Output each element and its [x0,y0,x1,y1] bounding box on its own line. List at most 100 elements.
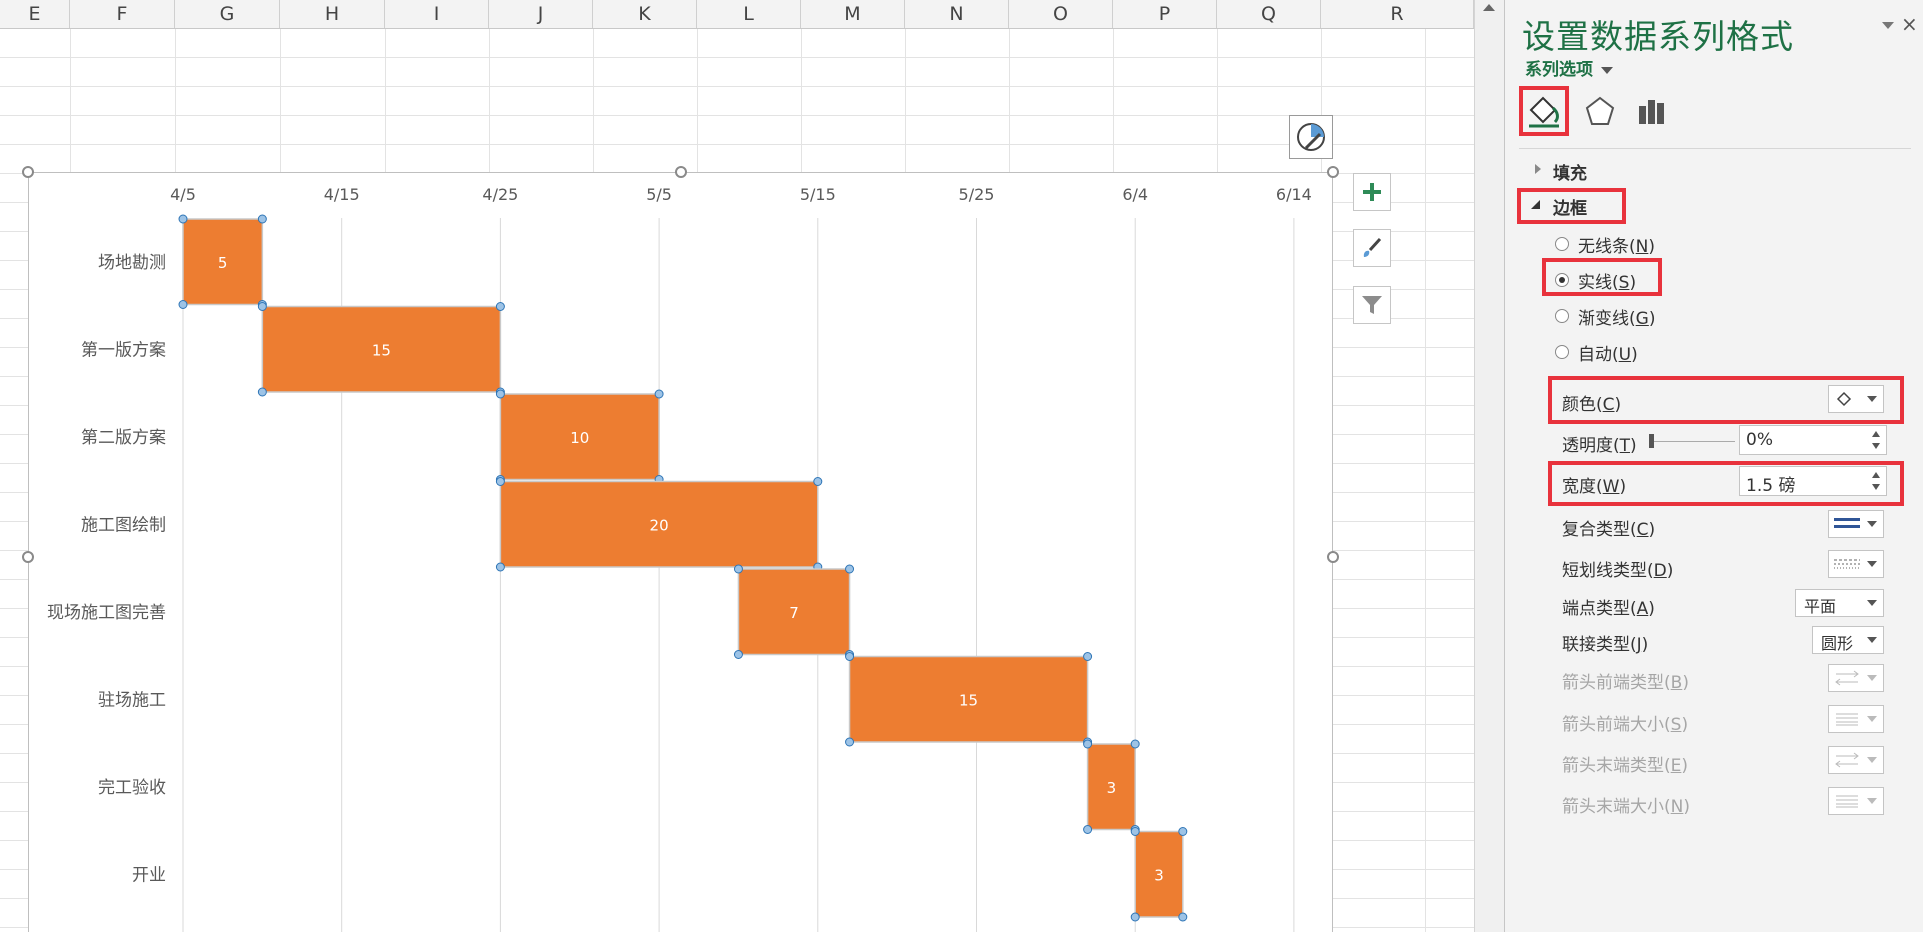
end-arrow-size-label: 箭头末端大小(N) [1562,797,1690,817]
chart-resize-handle[interactable] [1327,166,1339,178]
transparency-slider-track[interactable] [1652,441,1735,442]
quick-layout-icon [1297,123,1325,151]
x-axis-tick-label: 6/4 [1122,185,1148,204]
column-header-h[interactable]: H [280,0,385,28]
column-header-g[interactable]: G [175,0,280,28]
chart-styles-button[interactable] [1353,229,1391,267]
column-header-q[interactable]: Q [1217,0,1321,28]
expand-icon[interactable] [1535,164,1541,174]
column-header-i[interactable]: I [385,0,489,28]
series-options-dropdown[interactable]: 系列选项 [1525,55,1613,80]
bar-selection-handle [733,650,743,659]
tab-fill-line-highlight [1519,86,1569,136]
vertical-scrollbar[interactable] [1474,0,1504,932]
column-header-p[interactable]: P [1113,0,1217,28]
x-axis-tick-label: 4/25 [482,185,518,204]
funnel-icon [1362,296,1382,314]
bar-selection-handle [1083,652,1093,661]
spin-up-icon [1872,431,1880,437]
y-axis-task-label: 现场施工图完善 [47,603,166,623]
column-header-j[interactable]: J [489,0,593,28]
radio-no-line[interactable] [1555,237,1569,251]
begin-arrow-type-dropdown[interactable] [1828,664,1884,692]
bar-selection-handle [813,477,823,486]
bar-data-label: 10 [570,429,589,447]
arrow-type-icon [1835,670,1859,686]
color-picker[interactable] [1828,385,1884,413]
scroll-up-icon[interactable] [1483,4,1495,11]
end-arrow-type-dropdown[interactable] [1828,746,1884,774]
chevron-down-icon [1867,798,1877,804]
transparency-slider-thumb[interactable] [1649,434,1654,448]
bar-selection-handle [257,387,267,397]
chart-plot-area[interactable]: 4/5 4/15 4/25 5/5 5/15 5/25 6/4 6/14 场地勘测 5 第一版方案 1… [29,173,1334,932]
begin-arrow-size-dropdown[interactable] [1828,705,1884,733]
x-axis-tick-label: 4/5 [170,185,196,204]
column-header-m[interactable]: M [801,0,905,28]
section-border[interactable]: 边框 [1553,194,1587,219]
y-axis-task-label: 驻场施工 [98,690,166,710]
radio-automatic[interactable] [1555,345,1569,359]
tab-series-options[interactable] [1627,86,1677,136]
pane-title: 设置数据系列格式 [1522,17,1794,56]
compound-type-label: 复合类型(C) [1562,520,1656,540]
radio-no-line-label[interactable]: 无线条(N) [1578,232,1655,257]
paint-bucket-icon [1836,391,1852,407]
bar-selection-handle [845,737,855,747]
bar-selection-handle [178,214,188,224]
column-header-row: E F G H I J K L M N O P Q R [0,0,1474,29]
chevron-down-icon [1601,66,1613,74]
compound-line-icon [1834,518,1860,528]
compound-type-dropdown[interactable] [1828,510,1884,538]
dash-line-icon [1834,559,1860,569]
join-type-label: 联接类型(J) [1562,635,1649,655]
chevron-down-icon [1867,396,1877,402]
spreadsheet[interactable]: E F G H I J K L M N O P Q R 4/5 4/15 4/25 5… [0,0,1474,932]
chart-elements-button[interactable] [1353,173,1391,211]
y-axis-task-label: 施工图绘制 [81,515,166,535]
y-axis-task-label: 第一版方案 [81,340,166,360]
bar-data-label: 7 [789,604,799,622]
end-arrow-size-dropdown[interactable] [1828,787,1884,815]
begin-arrow-size-label: 箭头前端大小(S) [1562,715,1689,735]
join-type-dropdown[interactable]: 圆形 [1812,626,1884,654]
x-axis-tick-label: 4/15 [324,185,360,204]
divider [1519,148,1911,149]
radio-gradient-line-label[interactable]: 渐变线(G) [1578,304,1655,329]
chart-resize-handle[interactable] [22,551,34,563]
radio-solid-line-label[interactable]: 实线(S) [1578,268,1636,293]
cap-type-dropdown[interactable]: 平面 [1795,589,1884,617]
transparency-input[interactable]: 0% [1739,425,1887,455]
bar-selection-handle [257,302,267,311]
column-header-f[interactable]: F [70,0,175,28]
section-fill[interactable]: 填充 [1553,159,1587,184]
tab-effects[interactable] [1575,86,1625,136]
column-header-n[interactable]: N [905,0,1009,28]
x-axis-tick-label: 5/5 [646,185,672,204]
collapse-icon[interactable] [1531,200,1540,209]
column-header-k[interactable]: K [593,0,697,28]
column-header-l[interactable]: L [697,0,801,28]
quick-layout-button[interactable] [1289,115,1333,159]
dash-type-dropdown[interactable] [1828,550,1884,578]
pane-options-icon[interactable] [1882,22,1894,29]
pane-close-icon[interactable]: × [1901,12,1918,36]
column-header-e[interactable]: E [0,0,70,28]
chart-resize-handle[interactable] [1327,551,1339,563]
column-header-r[interactable]: R [1321,0,1474,28]
bar-selection-handle [495,302,505,311]
width-input[interactable]: 1.5 磅 [1739,466,1887,496]
bar-selection-handle [1130,827,1140,836]
radio-automatic-label[interactable]: 自动(U) [1578,340,1638,365]
chart-resize-handle[interactable] [675,166,687,178]
column-header-o[interactable]: O [1009,0,1113,28]
bar-data-label: 20 [650,516,669,534]
gantt-chart[interactable]: 4/5 4/15 4/25 5/5 5/15 5/25 6/4 6/14 场地勘测 5 第一版方案 1… [28,172,1333,932]
chart-resize-handle[interactable] [22,166,34,178]
arrow-size-icon [1836,795,1858,808]
radio-solid-line[interactable] [1555,273,1569,287]
radio-gradient-line[interactable] [1555,309,1569,323]
bar-selection-handle [178,300,188,309]
bar-selection-handle [257,214,267,224]
chart-filters-button[interactable] [1353,286,1391,324]
